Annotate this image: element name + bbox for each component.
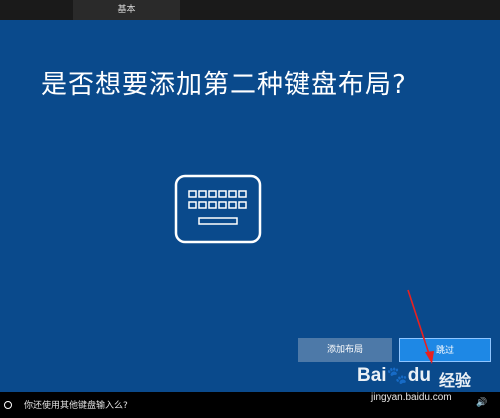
- paw-icon: 🐾: [386, 366, 408, 385]
- keyboard-icon: [174, 174, 262, 244]
- watermark-jingyan: 经验: [439, 371, 472, 390]
- watermark-brand: Bai🐾du: [357, 365, 431, 386]
- top-bar: 基本: [0, 0, 500, 21]
- watermark-url: jingyan.baidu.com: [371, 392, 452, 403]
- baidu-watermark: Bai🐾du 经验 jingyan.baidu.com: [357, 359, 497, 409]
- tab-basic[interactable]: 基本: [73, 0, 180, 21]
- mic-icon[interactable]: [4, 401, 12, 409]
- page-title: 是否想要添加第二种键盘布局?: [41, 70, 407, 100]
- voice-prompt-text: 你还使用其他键盘输入么?: [24, 401, 128, 411]
